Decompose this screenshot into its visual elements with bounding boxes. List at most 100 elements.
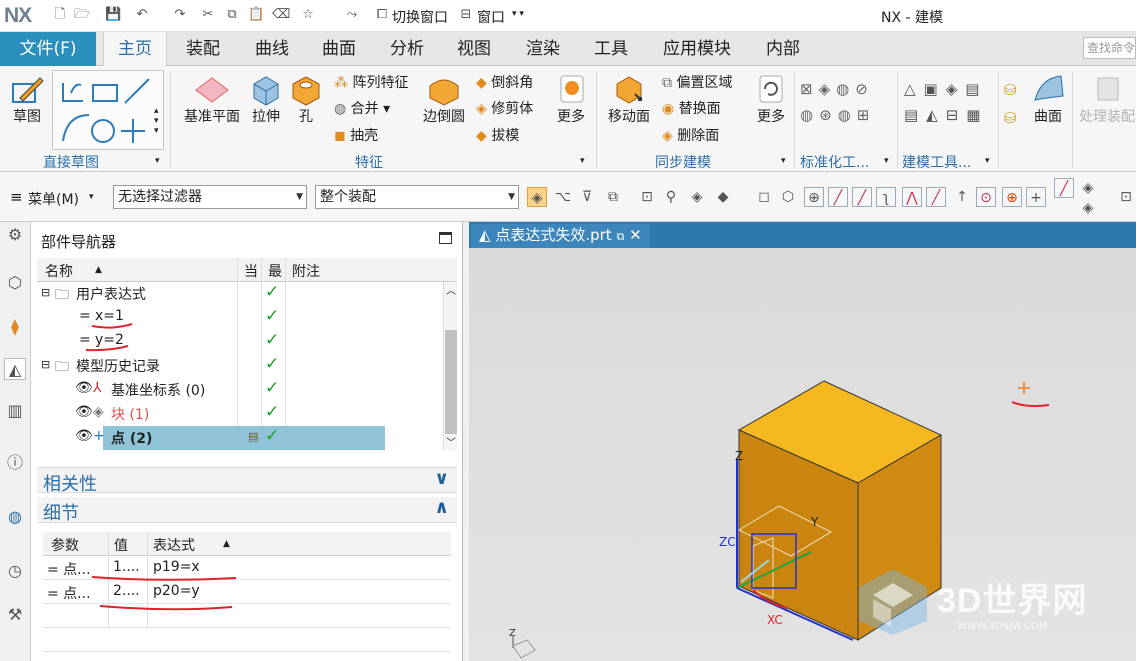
open-icon[interactable]: 🗁 [74, 7, 90, 23]
unite-button[interactable]: ◍ 合并 ▾ [334, 98, 390, 118]
hole-button[interactable]: 孔 [288, 72, 324, 126]
more-sync-button[interactable]: 更多 [752, 72, 790, 126]
delete-icon[interactable]: ⌫ [272, 7, 290, 23]
detail-row[interactable]: = 点... 2.... p20=y [43, 580, 451, 604]
chevron-up-icon[interactable]: ∧ [434, 497, 449, 518]
cut-icon[interactable]: ✂ [200, 7, 216, 23]
scrollbar-thumb[interactable] [445, 330, 457, 434]
chevron-down-icon[interactable]: ▾ [580, 156, 585, 166]
snap-midpoint-icon[interactable]: ╱ [852, 187, 872, 207]
chevron-down-icon[interactable]: ∨ [434, 468, 449, 489]
column-note[interactable]: 附注 [292, 261, 320, 281]
snap-point-icon[interactable]: ⋀ [902, 187, 922, 207]
chevron-down-icon[interactable]: ▾ [781, 156, 786, 166]
visibility-eye-icon[interactable]: 👁 [75, 380, 93, 396]
scroll-up-icon[interactable]: ︿ [446, 282, 456, 297]
tab-assembly[interactable]: 装配 [177, 32, 229, 66]
model-tools-icons[interactable]: △▣◈▤ ▤◭⊟▦ [904, 76, 1000, 136]
tab-view[interactable]: 视图 [448, 32, 500, 66]
tree-node-user-expressions[interactable]: ⊟ 🗀 用户表达式 ✓ [37, 282, 451, 306]
tab-surface[interactable]: 曲面 [313, 32, 365, 66]
save-icon[interactable]: 💾 [105, 7, 121, 23]
dependencies-panel-header[interactable]: 相关性 ∨ [37, 467, 457, 495]
draft-button[interactable]: ◆ 拔模 [476, 125, 519, 145]
column-value[interactable]: 值 [114, 535, 128, 555]
tree-node-model-history[interactable]: ⊟ 🗀 模型历史记录 ✓ [37, 354, 451, 378]
scroll-down-icon[interactable]: ﹀ [446, 434, 456, 449]
select-solid-icon[interactable]: ◆ [713, 187, 733, 207]
tab-internal[interactable]: 内部 [757, 32, 809, 66]
select-body-icon[interactable]: ⊡ [637, 187, 657, 207]
maximize-icon[interactable] [439, 232, 452, 244]
redo-icon[interactable]: ↷ [172, 7, 188, 23]
tree-node-expression-y[interactable]: = y=2 ✓ [37, 330, 451, 354]
command-search-input[interactable]: 查找命令 [1083, 37, 1136, 59]
snap-on-face-icon[interactable]: ◈ [1078, 178, 1098, 198]
collapse-icon[interactable]: ⊟ [41, 358, 50, 371]
chevron-down-icon[interactable]: ▾ [985, 156, 990, 166]
chamfer-button[interactable]: ◆ 倒斜角 [476, 72, 533, 92]
column-latest[interactable]: 最 [268, 261, 282, 281]
standard-tools-icons[interactable]: ⊠◈◍⊘ ◍⊛◍⊞ [800, 76, 892, 136]
surface-button[interactable]: 曲面 [1028, 72, 1068, 126]
gold-icons[interactable]: ⛁ ⛁ [1004, 76, 1017, 132]
view-cube-icon[interactable]: ◻ [754, 187, 774, 207]
move-face-button[interactable]: 移动面 [604, 72, 654, 126]
select-feature-icon[interactable]: ◈ [527, 187, 547, 207]
column-current[interactable]: 当 [244, 261, 258, 281]
snap-tangent-icon[interactable]: ╱ [926, 187, 946, 207]
chevron-down-icon[interactable]: ▾ [884, 156, 889, 166]
replace-face-button[interactable]: ◉ 替换面 [662, 98, 721, 118]
toolbar-extra-icon[interactable]: ⊡ [1116, 187, 1136, 207]
menu-button[interactable]: 菜单(M) [28, 189, 79, 209]
snap-arc-center-icon[interactable]: ⊙ [976, 187, 996, 207]
shell-button[interactable]: ◼ 抽壳 [334, 125, 378, 145]
tree-node-expression-x[interactable]: = x=1 ✓ [37, 306, 451, 330]
chevron-down-icon[interactable]: ▾ [89, 192, 94, 202]
info-icon[interactable]: ⓘ [4, 452, 26, 474]
window-icon[interactable]: ⊟ [458, 7, 474, 23]
close-icon[interactable]: ✕ [629, 226, 642, 244]
more-features-button[interactable]: 更多 [552, 72, 590, 126]
tree-node-datum-csys[interactable]: 👁 ⅄ 基准坐标系 (0) ✓ [37, 378, 451, 402]
extrude-button[interactable]: 拉伸 [248, 72, 284, 126]
view-shade-icon[interactable]: ⬡ [778, 187, 798, 207]
undo-icon[interactable]: ↶ [134, 7, 150, 23]
snap-curve-icon[interactable]: ʅ [876, 187, 896, 207]
snap-quadrant-icon[interactable]: ⊕ [1002, 187, 1022, 207]
part-navigator-icon[interactable]: ◭ [4, 358, 26, 380]
datum-plane-button[interactable]: 基准平面 [178, 72, 246, 126]
detail-row[interactable]: = 点... 1.... p19=x [43, 556, 451, 580]
constraint-navigator-icon[interactable]: ⧫ [4, 316, 26, 338]
switch-window-button[interactable]: 切换窗口 [392, 7, 448, 27]
paste-icon[interactable]: 📋 [248, 7, 264, 23]
column-name[interactable]: 名称 [45, 261, 73, 281]
select-edge-icon[interactable]: ⌥ [553, 187, 573, 207]
column-expression[interactable]: 表达式 [153, 535, 195, 555]
collapse-icon[interactable]: ⊟ [41, 286, 50, 299]
select-filter-icon[interactable]: ⊽ [577, 187, 597, 207]
web-browser-icon[interactable]: ◍ [4, 506, 26, 528]
direct-sketch-gallery[interactable] [52, 70, 164, 150]
tree-node-point[interactable]: 👁 + 点 (2) ▤ [37, 426, 451, 450]
gallery-scroll-icon[interactable]: ▴ ▾ ▾ [154, 106, 159, 136]
tab-file[interactable]: 文件(F) [0, 32, 96, 66]
select-face-icon[interactable]: ◈ [687, 187, 707, 207]
delete-face-button[interactable]: ◈ 删除面 [662, 125, 719, 145]
window-menu-button[interactable]: 窗口 [477, 7, 505, 27]
snap-line-icon[interactable]: ╱ [828, 187, 848, 207]
tab-analysis[interactable]: 分析 [381, 32, 433, 66]
favorite-icon[interactable]: ☆ [300, 7, 316, 23]
document-tab[interactable]: ◭ 点表达式失效.prt ⧉ ✕ [471, 224, 650, 248]
visibility-eye-icon[interactable]: 👁 [75, 428, 93, 444]
visibility-eye-icon[interactable]: 👁 [75, 404, 93, 420]
history-icon[interactable]: ◷ [4, 560, 26, 582]
select-copy-icon[interactable]: ⧉ [603, 187, 623, 207]
assembly-navigator-icon[interactable]: ⬡ [4, 272, 26, 294]
snap-perpendicular-icon[interactable]: ↑ [952, 187, 972, 207]
tab-home[interactable]: 主页 [103, 32, 167, 67]
process-assembly-button[interactable]: 处理装配 [1078, 72, 1136, 126]
select-group-icon[interactable]: ⚲ [661, 187, 681, 207]
offset-region-button[interactable]: ⧉ 偏置区域 [662, 72, 732, 92]
chevron-down-icon[interactable]: ▾ [155, 156, 160, 166]
